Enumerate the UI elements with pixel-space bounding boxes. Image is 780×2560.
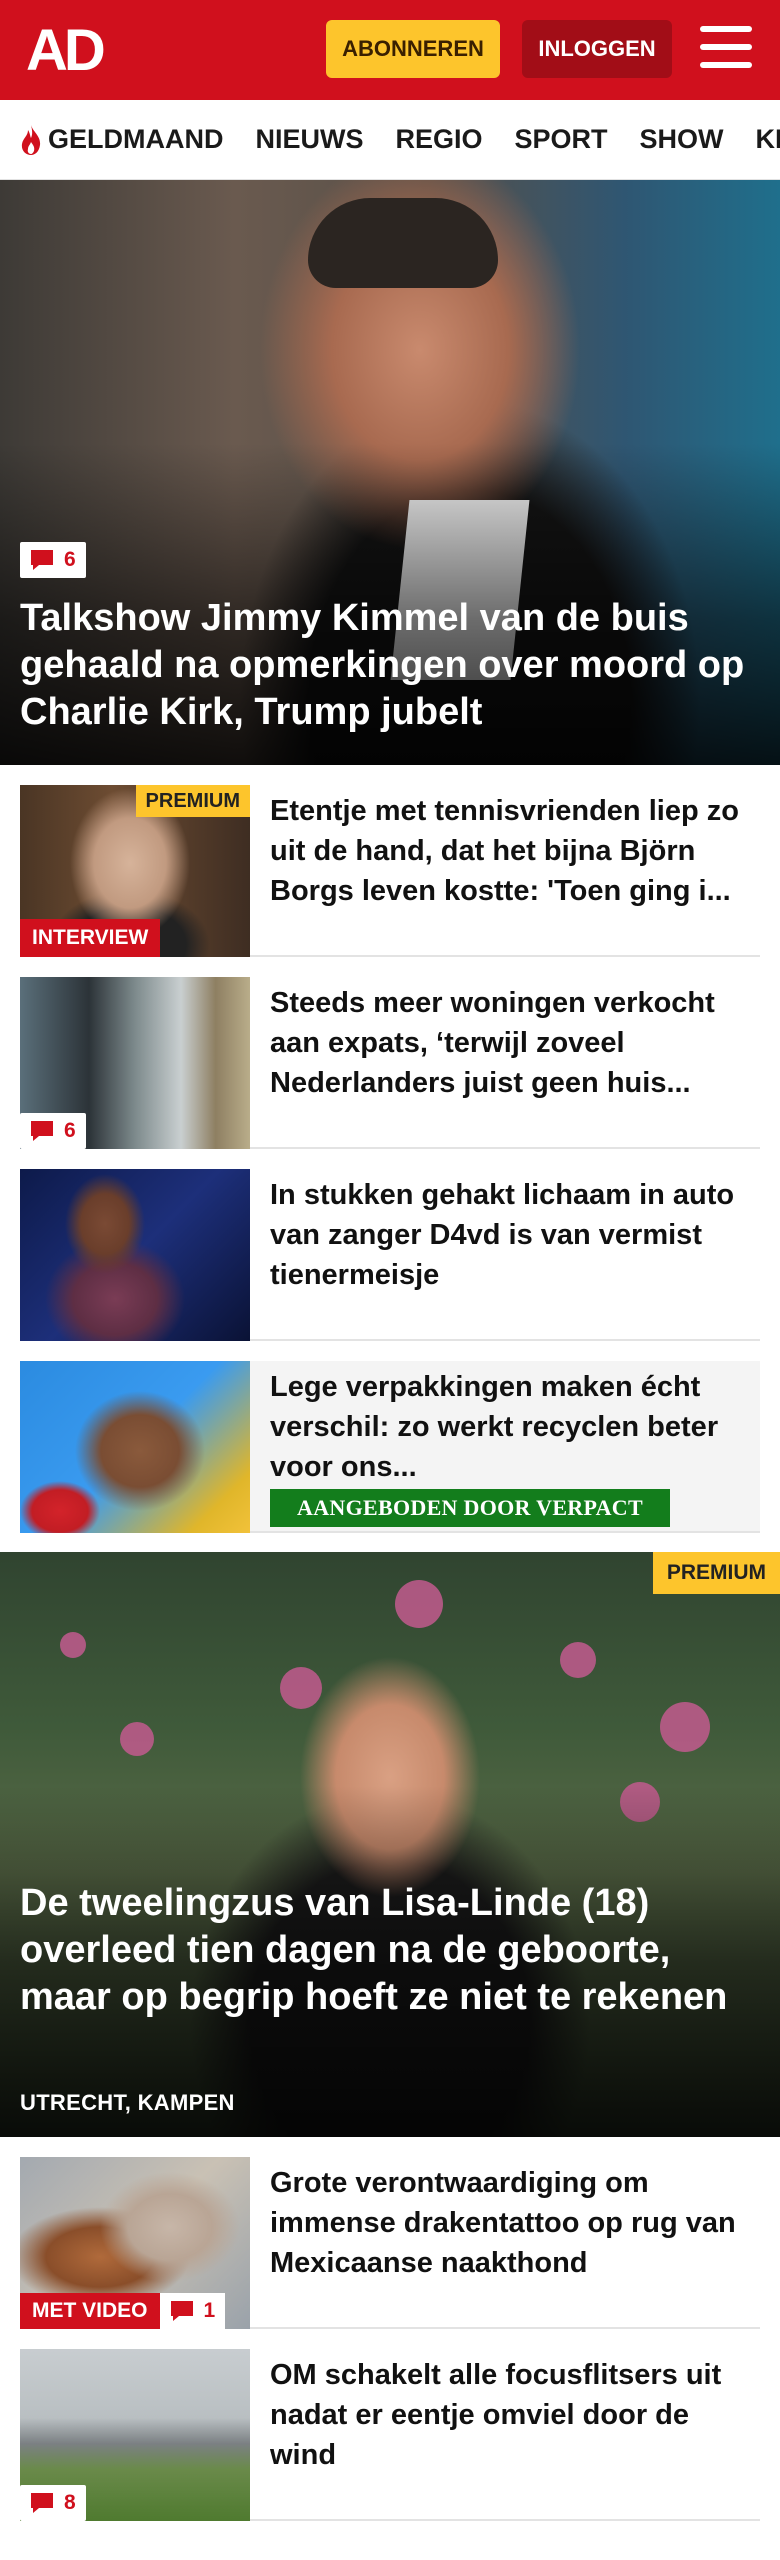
article-title[interactable]: Etentje met tennisvrienden liep zo uit d… — [270, 791, 758, 911]
nav-item-kijk[interactable]: KIJK — [756, 124, 780, 155]
comment-icon — [31, 2493, 53, 2513]
feature-title[interactable]: De tweelingzus van Lisa-Linde (18) overl… — [20, 1880, 760, 2021]
list-item[interactable]: MET VIDEO 1 Grote verontwaardiging om im… — [20, 2157, 760, 2329]
comment-count: 6 — [64, 548, 76, 571]
nav-label: GELDMAAND — [48, 124, 224, 154]
nav-item-geldmaand[interactable]: GELDMAAND — [18, 124, 224, 156]
article-thumbnail — [20, 1361, 250, 1533]
hero-article[interactable]: 6 Talkshow Jimmy Kimmel van de buis geha… — [0, 180, 780, 765]
comment-icon — [31, 550, 53, 570]
flame-icon — [21, 124, 41, 155]
comment-count: 6 — [64, 1119, 76, 1142]
comment-count: 1 — [203, 2299, 216, 2322]
article-title[interactable]: OM schakelt alle focusflitsers uit nadat… — [270, 2355, 758, 2475]
feature-image-overlay — [0, 1552, 780, 2137]
sponsor-label: AANGEBODEN DOOR VERPACT — [270, 1489, 670, 1527]
list-item[interactable]: 6 Steeds meer woningen verkocht aan expa… — [20, 977, 760, 1149]
comment-badge: 8 — [20, 2485, 86, 2521]
ad-logo[interactable]: AD — [26, 22, 116, 80]
menu-icon[interactable] — [700, 26, 752, 72]
premium-badge: PREMIUM — [652, 1552, 780, 1594]
article-thumbnail: PREMIUM INTERVIEW — [20, 785, 250, 957]
comment-count: 8 — [64, 2491, 76, 2514]
video-label: MET VIDEO 1 — [20, 2293, 226, 2329]
article-title[interactable]: In stukken gehakt lichaam in auto van za… — [270, 1175, 758, 1295]
hero-title[interactable]: Talkshow Jimmy Kimmel van de buis gehaal… — [20, 595, 760, 736]
comment-badge: 6 — [20, 542, 86, 578]
list-item[interactable]: PREMIUM INTERVIEW Etentje met tennisvrie… — [20, 785, 760, 957]
feature-location: UTRECHT, KAMPEN — [20, 2090, 235, 2115]
nav-item-show[interactable]: SHOW — [640, 124, 724, 155]
login-button[interactable]: INLOGGEN — [522, 20, 672, 78]
article-title[interactable]: Steeds meer woningen verkocht aan expats… — [270, 983, 758, 1103]
list-item[interactable]: In stukken gehakt lichaam in auto van za… — [20, 1169, 760, 1341]
comment-badge: 1 — [159, 2293, 226, 2329]
video-label-text: MET VIDEO — [32, 2299, 148, 2322]
article-thumbnail: 6 — [20, 977, 250, 1149]
subscribe-button[interactable]: ABONNEREN — [326, 20, 500, 78]
article-thumbnail: 8 — [20, 2349, 250, 2521]
nav-item-regio[interactable]: REGIO — [396, 124, 483, 155]
top-bar: AD ABONNEREN INLOGGEN — [0, 0, 780, 100]
list-item[interactable]: 8 OM schakelt alle focusflitsers uit nad… — [20, 2349, 760, 2521]
interview-label: INTERVIEW — [20, 919, 161, 957]
feature-article[interactable]: PREMIUM De tweelingzus van Lisa-Linde (1… — [0, 1552, 780, 2137]
article-title[interactable]: Grote verontwaardiging om immense draken… — [270, 2163, 758, 2283]
premium-badge: PREMIUM — [135, 785, 250, 817]
article-thumbnail: MET VIDEO 1 — [20, 2157, 250, 2329]
article-title[interactable]: Lege verpakkingen maken écht verschil: z… — [270, 1367, 740, 1487]
comment-badge: 6 — [20, 1113, 86, 1149]
nav-item-sport[interactable]: SPORT — [515, 124, 608, 155]
sponsored-item[interactable]: Lege verpakkingen maken écht verschil: z… — [20, 1361, 760, 1533]
section-nav: GELDMAAND NIEUWS REGIO SPORT SHOW KIJK — [0, 100, 780, 180]
comment-icon — [31, 1121, 53, 1141]
article-thumbnail — [20, 1169, 250, 1341]
comment-icon — [170, 2301, 193, 2321]
nav-item-nieuws[interactable]: NIEUWS — [256, 124, 364, 155]
